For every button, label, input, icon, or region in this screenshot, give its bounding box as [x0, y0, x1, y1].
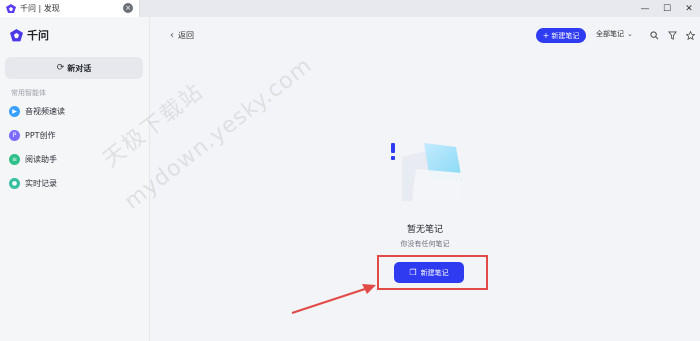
chevron-down-icon: ⌄	[627, 30, 633, 38]
filter-funnel-icon[interactable]	[666, 29, 678, 41]
sidebar-item-video-read[interactable]: ▶ 音视频速读	[9, 104, 65, 118]
reading-icon: ≡	[9, 153, 20, 165]
sidebar: 千问 ⟳ 新对话 常用智能体 ▶ 音视频速读 P PPT创作 ≡ 阅读助手 ● …	[0, 17, 150, 341]
new-chat-button[interactable]: ⟳ 新对话	[5, 57, 143, 79]
sidebar-item-label: 音视频速读	[25, 106, 65, 116]
qianwen-logo-icon	[6, 3, 16, 13]
new-note-button[interactable]: ❐ 新建笔记	[394, 262, 464, 283]
notes-filter-dropdown[interactable]: 全部笔记 ⌄	[596, 29, 633, 39]
main-content: ‹ 返回 + 新建笔记 全部笔记 ⌄ 暂无笔记 你没有任何笔记 ❐ 新建笔记	[150, 17, 700, 341]
note-icon: ❐	[409, 268, 417, 277]
ppt-icon: P	[9, 129, 20, 141]
star-icon[interactable]	[684, 29, 696, 41]
window-controls: — ☐ ✕	[634, 0, 700, 17]
close-window-button[interactable]: ✕	[678, 0, 700, 17]
record-icon: ●	[9, 177, 20, 189]
chevron-left-icon: ‹	[170, 30, 174, 41]
new-note-top-label: 新建笔记	[551, 31, 580, 40]
qianwen-logo-icon	[10, 28, 23, 41]
sidebar-item-label: 阅读助手	[25, 154, 57, 164]
plus-icon: +	[542, 31, 550, 40]
back-button[interactable]: ‹ 返回	[170, 30, 194, 41]
new-chat-icon: ⟳	[56, 63, 65, 73]
brand-name: 千问	[27, 29, 49, 42]
new-chat-label: 新对话	[67, 63, 92, 73]
brand: 千问	[10, 27, 49, 43]
sidebar-item-label: PPT创作	[25, 130, 56, 140]
empty-state-subtitle: 你没有任何笔记	[400, 240, 450, 248]
search-icon[interactable]	[648, 29, 660, 41]
sidebar-item-reading[interactable]: ≡ 阅读助手	[9, 152, 57, 166]
browser-tab[interactable]: 千问 | 发现 ×	[0, 0, 140, 17]
tab-close-icon[interactable]: ×	[123, 3, 133, 13]
sidebar-item-record[interactable]: ● 实时记录	[9, 176, 57, 190]
empty-notes-illustration	[391, 143, 462, 201]
title-bar: 千问 | 发现 × — ☐ ✕	[0, 0, 700, 17]
new-note-label: 新建笔记	[420, 268, 449, 277]
video-read-icon: ▶	[9, 105, 20, 117]
empty-state-title: 暂无笔记	[406, 225, 443, 235]
tab-title: 千问 | 发现	[20, 4, 60, 13]
filter-label: 全部笔记	[596, 30, 624, 38]
sidebar-item-label: 实时记录	[25, 178, 57, 188]
maximize-button[interactable]: ☐	[656, 0, 678, 17]
sidebar-item-ppt[interactable]: P PPT创作	[9, 128, 56, 142]
minimize-button[interactable]: —	[634, 0, 656, 17]
agents-section-label: 常用智能体	[11, 89, 46, 97]
annotation-arrow	[291, 284, 376, 314]
new-note-top-button[interactable]: + 新建笔记	[536, 28, 586, 43]
back-label: 返回	[178, 31, 194, 40]
